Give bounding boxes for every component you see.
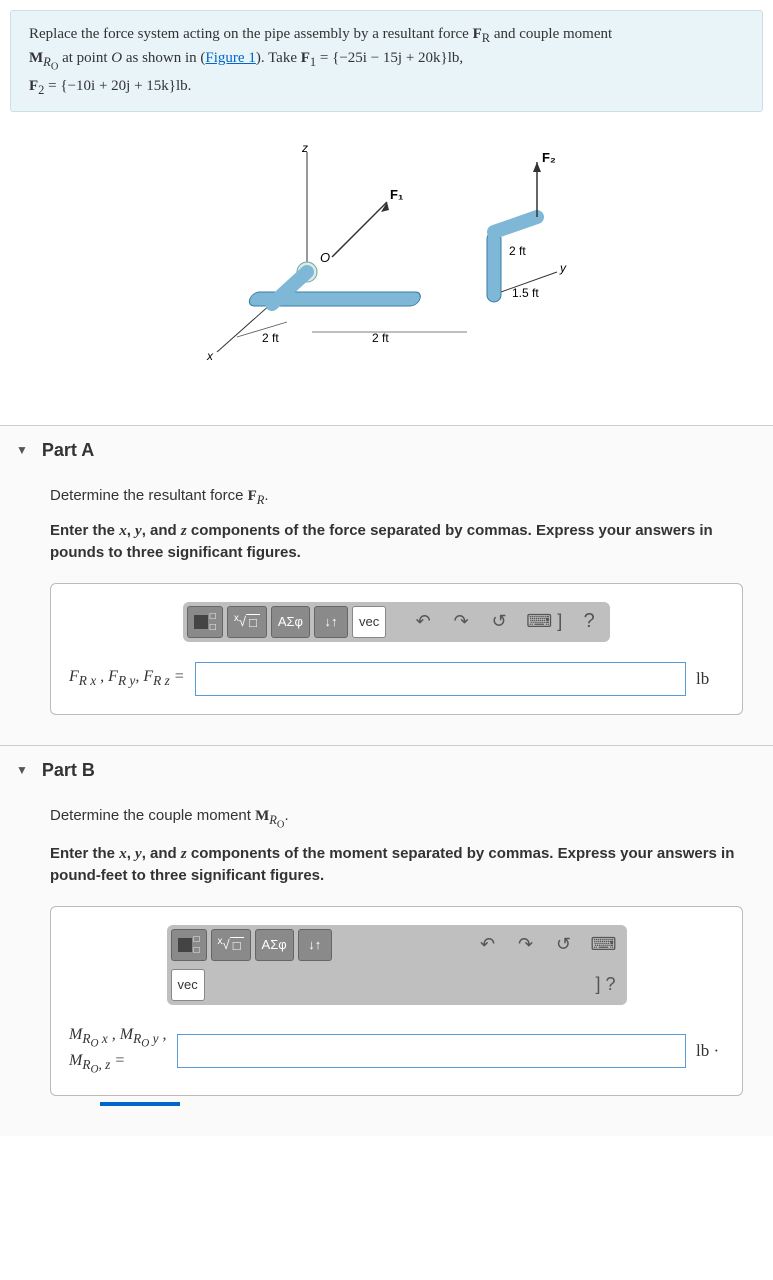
dim-15ft: 1.5 ft: [512, 286, 539, 300]
keyboard-button[interactable]: ⌨: [585, 929, 623, 961]
help-button[interactable]: ] ?: [589, 969, 623, 1001]
f2: F: [29, 78, 38, 94]
greek-button[interactable]: ΑΣφ: [255, 929, 294, 961]
part-a-instruction: Enter the x, y, and z components of the …: [50, 520, 743, 565]
text: Replace the force system acting on the p…: [29, 26, 473, 42]
part-b-instruction: Enter the x, y, and z components of the …: [50, 843, 743, 888]
part-a-answer-label: FR x , FR y, FR z =: [69, 667, 185, 690]
part-b-answer-label: MRO x , MRO y , MRO, z =: [69, 1025, 167, 1078]
part-a-title: Part A: [42, 440, 94, 461]
x-axis-label: x: [206, 349, 214, 363]
pipe-figure: z x y O F₁ F₂ 2 ft 2 ft 2 ft 1.5 ft: [177, 142, 597, 392]
f2-eq: = {−10i + 20j + 15k}lb.: [44, 78, 191, 94]
vec-button[interactable]: vec: [171, 969, 205, 1001]
m-sub: R: [43, 55, 51, 69]
text: at point: [58, 50, 111, 66]
part-a-answer-input[interactable]: [195, 662, 686, 696]
f1-eq: = {−25i − 15j + 20k}lb,: [316, 50, 463, 66]
point-o: O: [111, 50, 122, 66]
fr-sub: R: [482, 31, 490, 45]
help-button[interactable]: ?: [572, 606, 606, 638]
vec-button[interactable]: vec: [352, 606, 386, 638]
progress-bar: [100, 1102, 180, 1106]
undo-button[interactable]: ↶: [406, 606, 440, 638]
undo-button[interactable]: ↶: [471, 929, 505, 961]
figure-area: z x y O F₁ F₂ 2 ft 2 ft 2 ft 1.5 ft: [0, 122, 773, 425]
f1-label: F₁: [390, 187, 403, 202]
text: as shown in (: [122, 50, 205, 66]
part-b-header[interactable]: ▼ Part B: [0, 746, 773, 795]
arrows-button[interactable]: ↓↑: [298, 929, 332, 961]
origin-label: O: [320, 250, 330, 265]
part-b-prompt: Determine the couple moment MRO.: [50, 805, 743, 833]
m-sym: M: [29, 50, 43, 66]
text: ). Take: [256, 50, 301, 66]
part-b-answer-input[interactable]: [177, 1034, 686, 1068]
fr-sym: F: [473, 26, 482, 42]
dim-2ft-a: 2 ft: [262, 331, 279, 345]
y-axis-label: y: [559, 261, 567, 275]
z-axis-label: z: [301, 142, 308, 155]
collapse-icon: ▼: [16, 443, 28, 457]
collapse-icon: ▼: [16, 763, 28, 777]
reset-button[interactable]: ↺: [547, 929, 581, 961]
text: and couple moment: [490, 26, 612, 42]
toolbar-a: □□ x√□ ΑΣφ ↓↑ vec ↶ ↷ ↺ ⌨ ] ?: [183, 602, 610, 642]
part-b-unit: lb ·: [696, 1038, 724, 1064]
part-a-section: ▼ Part A Determine the resultant force F…: [0, 425, 773, 745]
greek-button[interactable]: ΑΣφ: [271, 606, 310, 638]
sqrt-button[interactable]: x√□: [211, 929, 251, 961]
problem-statement: Replace the force system acting on the p…: [10, 10, 763, 112]
redo-button[interactable]: ↷: [509, 929, 543, 961]
redo-button[interactable]: ↷: [444, 606, 478, 638]
part-b-answer-box: □□ x√□ ΑΣφ ↓↑ ↶ ↷ ↺ ⌨ vec ] ? MR: [50, 906, 743, 1097]
f1: F: [301, 50, 310, 66]
dim-2ft-c: 2 ft: [509, 244, 526, 258]
part-a-unit: lb: [696, 666, 724, 692]
dim-2ft-b: 2 ft: [372, 331, 389, 345]
f2-label: F₂: [542, 150, 556, 165]
keyboard-button[interactable]: ⌨ ]: [520, 606, 568, 638]
part-a-answer-box: □□ x√□ ΑΣφ ↓↑ vec ↶ ↷ ↺ ⌨ ] ? FR x , FR …: [50, 583, 743, 715]
toolbar-b: □□ x√□ ΑΣφ ↓↑ ↶ ↷ ↺ ⌨ vec ] ?: [167, 925, 627, 1005]
part-a-prompt: Determine the resultant force FR.: [50, 485, 743, 510]
part-b-title: Part B: [42, 760, 95, 781]
reset-button[interactable]: ↺: [482, 606, 516, 638]
part-b-section: ▼ Part B Determine the couple moment MRO…: [0, 745, 773, 1137]
templates-button[interactable]: □□: [171, 929, 207, 961]
figure-link[interactable]: Figure 1: [205, 50, 255, 66]
templates-button[interactable]: □□: [187, 606, 223, 638]
part-a-header[interactable]: ▼ Part A: [0, 426, 773, 475]
arrows-button[interactable]: ↓↑: [314, 606, 348, 638]
sqrt-button[interactable]: x√□: [227, 606, 267, 638]
